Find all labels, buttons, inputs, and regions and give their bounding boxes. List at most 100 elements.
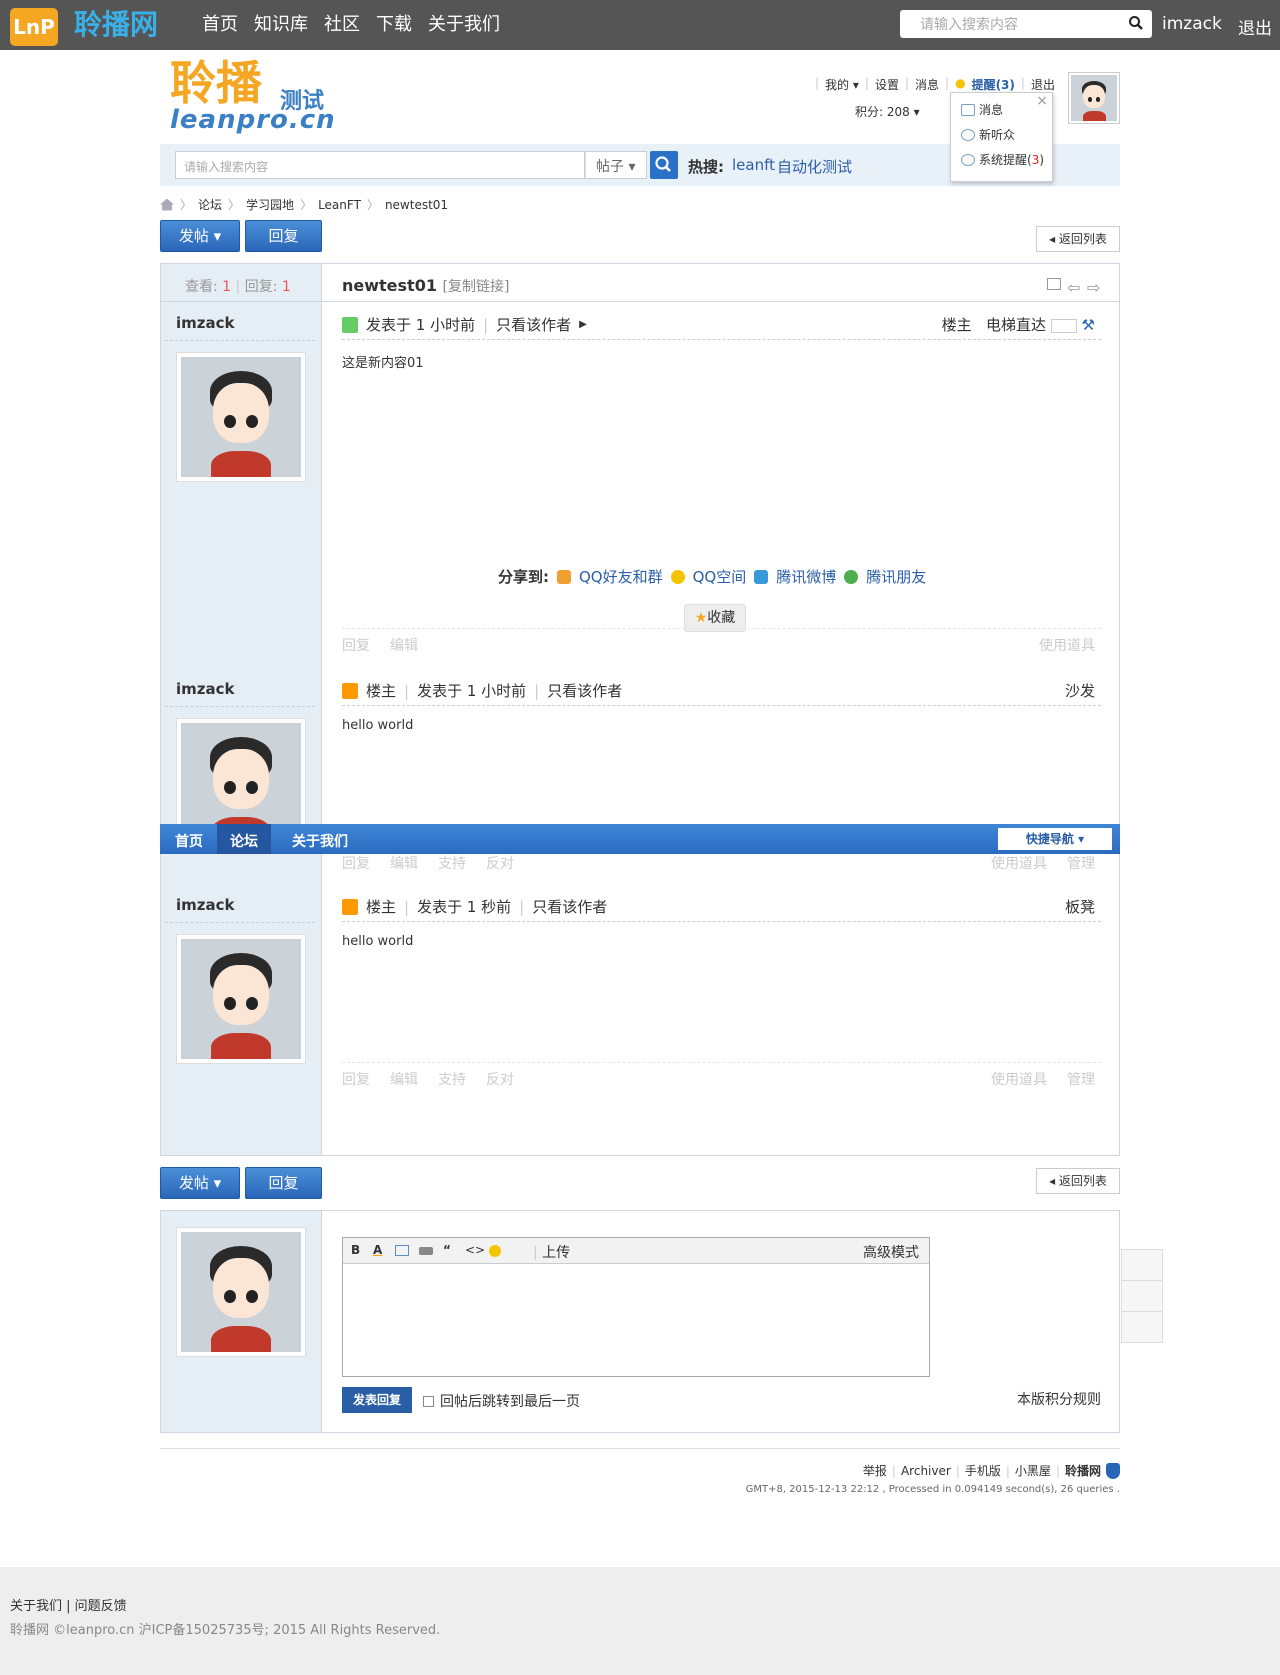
footer-archiver[interactable]: Archiver bbox=[901, 1464, 951, 1478]
only-author-link[interactable]: 只看该作者 bbox=[496, 314, 571, 335]
footer-site[interactable]: 聆播网 bbox=[1065, 1462, 1101, 1479]
reply-avatar[interactable] bbox=[176, 1227, 306, 1357]
post-avatar[interactable] bbox=[176, 352, 306, 482]
post-author[interactable]: imzack bbox=[176, 896, 235, 914]
post-author[interactable]: imzack bbox=[176, 314, 235, 332]
print-icon[interactable] bbox=[1047, 278, 1061, 290]
points-rules-link[interactable]: 本版积分规则 bbox=[1017, 1389, 1101, 1409]
share-qq[interactable]: QQ好友和群 bbox=[579, 566, 663, 587]
back-list-button-bottom[interactable]: ◂ 返回列表 bbox=[1036, 1168, 1120, 1194]
home-icon[interactable] bbox=[160, 198, 174, 211]
hot-term-leanft[interactable]: leanft bbox=[732, 156, 775, 174]
forum-logo[interactable]: 聆播 测试 leanpro.cn bbox=[170, 55, 340, 135]
user-points[interactable]: 积分: 208 ▾ bbox=[855, 103, 920, 120]
reply-action[interactable]: 回复 bbox=[342, 1069, 370, 1089]
jump-last-page[interactable]: 回帖后跳转到最后一页 bbox=[423, 1391, 580, 1411]
post-avatar[interactable] bbox=[176, 934, 306, 1064]
topnav-community[interactable]: 社区 bbox=[324, 13, 360, 37]
wrench-icon[interactable]: ⚒ bbox=[1082, 316, 1095, 334]
reply-button[interactable]: 回复 bbox=[245, 220, 322, 252]
site-logo[interactable]: LnP bbox=[10, 8, 58, 46]
close-icon[interactable]: × bbox=[1036, 93, 1048, 109]
list-icon[interactable] bbox=[1122, 1312, 1162, 1343]
crumb-leanft[interactable]: LeanFT bbox=[318, 198, 361, 212]
menu-remind[interactable]: 提醒(3) bbox=[972, 76, 1015, 93]
manage-action[interactable]: 管理 bbox=[1067, 1069, 1095, 1089]
top-username[interactable]: imzack bbox=[1162, 14, 1222, 34]
popup-item-system[interactable]: 系统提醒(3) bbox=[961, 151, 1044, 168]
jump-checkbox[interactable] bbox=[423, 1395, 434, 1407]
reply-button-bottom[interactable]: 回复 bbox=[245, 1167, 322, 1199]
crumb-study[interactable]: 学习园地 bbox=[246, 196, 294, 213]
elevator-input[interactable] bbox=[1050, 318, 1077, 333]
topnav-download[interactable]: 下载 bbox=[376, 13, 412, 37]
edit-action[interactable]: 编辑 bbox=[390, 853, 418, 873]
post-author[interactable]: imzack bbox=[176, 680, 235, 698]
forum-search-button[interactable] bbox=[650, 151, 678, 179]
menu-messages[interactable]: 消息 bbox=[915, 76, 939, 93]
site-name[interactable]: 聆播网 bbox=[74, 8, 158, 42]
floatnav-about[interactable]: 关于我们 bbox=[292, 831, 348, 851]
footer-blackroom[interactable]: 小黑屋 bbox=[1015, 1462, 1051, 1479]
link-icon[interactable] bbox=[419, 1247, 433, 1255]
bold-icon[interactable]: B bbox=[351, 1243, 360, 1257]
quote-icon[interactable]: “ bbox=[443, 1243, 451, 1257]
only-author-link[interactable]: 只看该作者 bbox=[547, 680, 622, 701]
back-list-button[interactable]: ◂ 返回列表 bbox=[1036, 226, 1120, 252]
footer-mobile[interactable]: 手机版 bbox=[965, 1462, 1001, 1479]
quick-nav-button[interactable]: 快捷导航 ▾ bbox=[998, 828, 1112, 850]
search-icon[interactable] bbox=[1128, 15, 1144, 31]
upload-button[interactable]: 上传 bbox=[542, 1245, 570, 1261]
top-search-input[interactable]: 请输入搜索内容 bbox=[900, 10, 1152, 38]
menu-mine[interactable]: 我的 ▾ bbox=[825, 76, 859, 93]
share-weibo[interactable]: 腾讯微博 bbox=[776, 566, 836, 587]
edit-action[interactable]: 编辑 bbox=[390, 635, 418, 655]
code-icon[interactable]: <> bbox=[465, 1243, 485, 1257]
menu-settings[interactable]: 设置 bbox=[875, 76, 899, 93]
only-author-link[interactable]: 只看该作者 bbox=[532, 896, 607, 917]
reply-editor[interactable]: B A “ <> | 上传 高级模式 bbox=[342, 1237, 930, 1377]
floatnav-forum[interactable]: 论坛 bbox=[217, 824, 271, 854]
footer-report[interactable]: 举报 bbox=[863, 1462, 887, 1479]
back-to-top-icon[interactable] bbox=[1122, 1281, 1162, 1312]
crumb-thread[interactable]: newtest01 bbox=[385, 198, 448, 212]
forum-search-input[interactable]: 请输入搜索内容 bbox=[175, 151, 585, 179]
use-props-action[interactable]: 使用道具 bbox=[991, 853, 1047, 873]
menu-logout[interactable]: 退出 bbox=[1031, 76, 1055, 93]
support-action[interactable]: 支持 bbox=[438, 853, 466, 873]
popup-item-message[interactable]: 消息 bbox=[961, 101, 1003, 118]
topnav-knowledge[interactable]: 知识库 bbox=[254, 13, 308, 37]
support-action[interactable]: 支持 bbox=[438, 1069, 466, 1089]
new-post-button[interactable]: 发帖 ▾ bbox=[160, 220, 240, 252]
oppose-action[interactable]: 反对 bbox=[486, 1069, 514, 1089]
oppose-action[interactable]: 反对 bbox=[486, 853, 514, 873]
advanced-mode-link[interactable]: 高级模式 bbox=[863, 1242, 919, 1262]
topnav-about[interactable]: 关于我们 bbox=[428, 13, 500, 37]
edit-action[interactable]: 编辑 bbox=[390, 1069, 418, 1089]
next-thread-icon[interactable]: ⇨ bbox=[1087, 278, 1101, 297]
image-icon[interactable] bbox=[395, 1245, 409, 1256]
new-post-button-bottom[interactable]: 发帖 ▾ bbox=[160, 1167, 240, 1199]
shield-icon[interactable] bbox=[1106, 1462, 1120, 1479]
crumb-forum[interactable]: 论坛 bbox=[198, 196, 222, 213]
submit-reply-button[interactable]: 发表回复 bbox=[342, 1387, 412, 1413]
header-avatar[interactable] bbox=[1068, 72, 1120, 124]
page-footer-links[interactable]: 关于我们 | 问题反馈 bbox=[10, 1595, 127, 1614]
comment-icon[interactable] bbox=[1122, 1250, 1162, 1281]
copy-link[interactable]: [复制链接] bbox=[443, 279, 510, 295]
topnav-home[interactable]: 首页 bbox=[202, 13, 238, 37]
reply-action[interactable]: 回复 bbox=[342, 853, 370, 873]
use-props-action[interactable]: 使用道具 bbox=[991, 1069, 1047, 1089]
share-friends[interactable]: 腾讯朋友 bbox=[866, 566, 926, 587]
popup-item-listener[interactable]: 新听众 bbox=[961, 126, 1015, 143]
prev-thread-icon[interactable]: ⇦ bbox=[1067, 278, 1081, 297]
share-qzone[interactable]: QQ空间 bbox=[693, 566, 747, 587]
search-type-select[interactable]: 帖子 ▾ bbox=[585, 151, 647, 179]
text-color-icon[interactable]: A bbox=[373, 1243, 382, 1257]
use-props-action[interactable]: 使用道具 bbox=[1039, 635, 1095, 655]
reply-action[interactable]: 回复 bbox=[342, 635, 370, 655]
top-logout-link[interactable]: 退出 bbox=[1238, 14, 1272, 39]
manage-action[interactable]: 管理 bbox=[1067, 853, 1095, 873]
smiley-icon[interactable] bbox=[489, 1245, 501, 1257]
floatnav-home[interactable]: 首页 bbox=[175, 831, 203, 851]
